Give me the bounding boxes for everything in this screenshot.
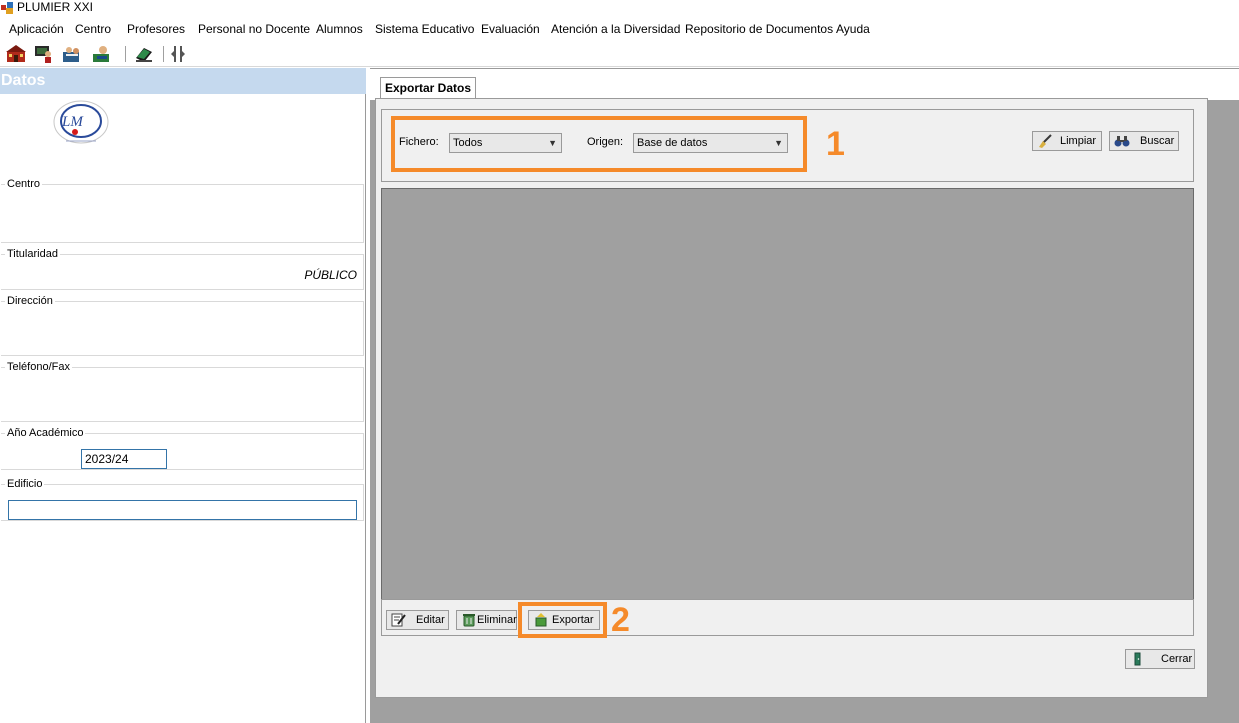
toolbar-separator — [125, 46, 126, 62]
editar-label: Editar — [416, 614, 445, 626]
splitter-icon[interactable] — [168, 44, 190, 64]
teacher-icon[interactable] — [32, 44, 54, 64]
limpiar-button[interactable]: Limpiar — [1032, 131, 1102, 151]
direccion-label: Dirección — [7, 295, 53, 307]
filter-box: Fichero: Todos ▼ Origen: Base de datos ▼… — [381, 109, 1194, 182]
buscar-button[interactable]: Buscar — [1109, 131, 1179, 151]
datos-panel: Datos LM Centro Titularidad PÚBLICO Dire… — [0, 68, 366, 723]
student-icon[interactable] — [61, 44, 83, 64]
menu-alumnos[interactable]: Alumnos — [316, 21, 363, 37]
menu-repositorio-documentos[interactable]: Repositorio de Documentos — [685, 21, 833, 37]
direccion-group: Dirección — [1, 295, 364, 356]
anio-academico-group: Año Académico 2023/24 — [1, 427, 364, 470]
telefono-group: Teléfono/Fax — [1, 361, 364, 422]
grid-actions-bar: Editar Eliminar Exportar 2 — [381, 599, 1194, 639]
menu-personal-no-docente[interactable]: Personal no Docente — [198, 21, 310, 37]
edificio-label: Edificio — [7, 478, 43, 490]
toolbar — [0, 42, 1239, 67]
buscar-label: Buscar — [1140, 135, 1175, 147]
anio-academico-label: Año Académico — [7, 427, 84, 439]
cerrar-label: Cerrar — [1161, 653, 1193, 665]
annotation-1: 1 — [826, 125, 845, 163]
menu-aplicacion[interactable]: Aplicación — [9, 21, 64, 37]
staff-icon[interactable] — [91, 44, 113, 64]
centro-label: Centro — [7, 178, 41, 190]
anio-academico-field[interactable]: 2023/24 — [81, 449, 167, 469]
highlight-box-2 — [518, 602, 607, 638]
title-bar: PLUMIER XXI — [0, 0, 1239, 16]
trash-icon — [463, 614, 475, 627]
limpiar-label: Limpiar — [1060, 135, 1097, 147]
export-icon[interactable] — [133, 44, 155, 64]
broom-icon — [1039, 134, 1052, 148]
tab-strip: Exportar Datos — [370, 68, 1239, 100]
titularidad-value: PÚBLICO — [304, 268, 357, 282]
editar-button[interactable]: Editar — [386, 610, 449, 630]
main-area: Exportar Datos Fichero: Todos ▼ Origen: … — [370, 68, 1239, 723]
menu-sistema-educativo[interactable]: Sistema Educativo — [375, 21, 474, 37]
cerrar-button[interactable]: Cerrar — [1125, 649, 1195, 669]
binoculars-icon — [1114, 136, 1130, 147]
datos-header: Datos — [0, 68, 366, 94]
menu-evaluacion[interactable]: Evaluación — [481, 21, 540, 37]
menu-centro[interactable]: Centro — [75, 21, 111, 37]
menu-atencion-diversidad[interactable]: Atención a la Diversidad — [551, 21, 680, 37]
datos-title: Datos — [1, 72, 46, 89]
menu-bar: Aplicación Centro Profesores Personal no… — [0, 17, 1239, 41]
menu-ayuda[interactable]: Ayuda — [836, 21, 870, 37]
annotation-2: 2 — [611, 601, 630, 639]
data-grid[interactable] — [381, 188, 1194, 600]
toolbar-separator — [163, 46, 164, 62]
edit-icon — [391, 613, 406, 627]
eliminar-label: Eliminar — [477, 614, 517, 626]
centro-group: Centro — [1, 178, 364, 243]
telefono-label: Teléfono/Fax — [7, 361, 70, 373]
exportar-datos-panel: Fichero: Todos ▼ Origen: Base de datos ▼… — [375, 98, 1208, 698]
app-icon — [1, 2, 13, 14]
svg-text:LM: LM — [61, 114, 84, 130]
school-logo: LM — [53, 100, 109, 144]
window-title: PLUMIER XXI — [17, 0, 94, 14]
school-icon[interactable] — [5, 44, 27, 64]
titularidad-label: Titularidad — [7, 248, 58, 260]
highlight-box-1 — [391, 116, 807, 172]
titularidad-group: Titularidad PÚBLICO — [1, 248, 364, 290]
tab-exportar-datos[interactable]: Exportar Datos — [380, 77, 476, 99]
eliminar-button[interactable]: Eliminar — [456, 610, 517, 630]
exit-door-icon — [1134, 652, 1141, 666]
menu-profesores[interactable]: Profesores — [127, 21, 185, 37]
edificio-group: Edificio — [1, 478, 364, 521]
edificio-field[interactable] — [8, 500, 357, 520]
